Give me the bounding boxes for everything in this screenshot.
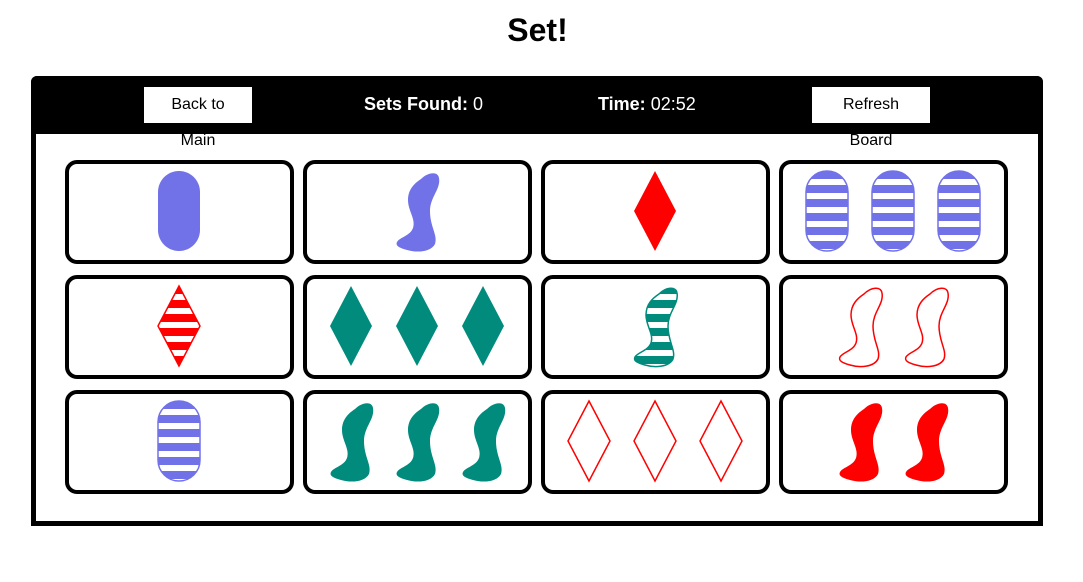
board-header: Back to Main Sets Found: 0 Time: 02:52 R… xyxy=(31,76,1043,149)
squiggle-symbol xyxy=(633,287,678,368)
time-value: 02:52 xyxy=(650,94,696,114)
set-card[interactable] xyxy=(541,275,770,379)
card-symbols xyxy=(839,403,948,482)
oval-symbol xyxy=(870,170,915,252)
set-card[interactable] xyxy=(65,390,294,494)
set-card[interactable] xyxy=(65,160,294,264)
squiggle-symbol xyxy=(396,403,439,482)
set-card[interactable] xyxy=(541,160,770,264)
diamond-symbol xyxy=(698,399,743,483)
diamond-symbol xyxy=(632,399,677,483)
set-card[interactable] xyxy=(65,275,294,379)
set-card[interactable] xyxy=(779,275,1008,379)
refresh-board-button[interactable]: Refresh Board xyxy=(812,87,930,149)
squiggle-symbol xyxy=(838,287,883,368)
diamond-symbol xyxy=(633,171,676,251)
card-symbols xyxy=(633,171,676,251)
set-card[interactable] xyxy=(303,160,532,264)
card-symbols xyxy=(838,287,949,368)
card-symbols xyxy=(396,173,439,252)
squiggle-symbol xyxy=(396,173,439,252)
card-symbols xyxy=(566,399,743,483)
page-title: Set! xyxy=(507,12,568,48)
back-to-main-button[interactable]: Back to Main xyxy=(144,87,252,149)
game-board: Back to Main Sets Found: 0 Time: 02:52 R… xyxy=(31,76,1043,526)
diamond-symbol xyxy=(395,286,438,366)
squiggle-symbol xyxy=(462,403,505,482)
set-card[interactable] xyxy=(541,390,770,494)
sets-found-counter: Sets Found: 0 xyxy=(364,92,483,116)
sets-found-value: 0 xyxy=(473,94,484,114)
card-symbols xyxy=(156,284,201,368)
diamond-symbol xyxy=(329,286,372,366)
set-card[interactable] xyxy=(779,390,1008,494)
sets-found-label: Sets Found: xyxy=(364,94,468,114)
squiggle-symbol xyxy=(330,403,373,482)
card-grid xyxy=(65,160,1015,494)
set-card[interactable] xyxy=(779,160,1008,264)
timer: Time: 02:52 xyxy=(598,92,696,116)
set-card[interactable] xyxy=(303,390,532,494)
oval-symbol xyxy=(157,171,200,251)
set-card[interactable] xyxy=(303,275,532,379)
card-symbols xyxy=(633,287,678,368)
oval-symbol xyxy=(156,400,201,482)
oval-symbol xyxy=(804,170,849,252)
squiggle-symbol xyxy=(839,403,882,482)
card-symbols xyxy=(157,171,200,251)
squiggle-symbol xyxy=(905,403,948,482)
diamond-symbol xyxy=(461,286,504,366)
card-symbols xyxy=(156,400,201,482)
diamond-symbol xyxy=(566,399,611,483)
time-label: Time: xyxy=(598,94,646,114)
oval-symbol xyxy=(936,170,981,252)
card-symbols xyxy=(329,286,504,366)
card-symbols xyxy=(804,170,981,252)
diamond-symbol xyxy=(156,284,201,368)
card-symbols xyxy=(330,403,505,482)
squiggle-symbol xyxy=(904,287,949,368)
